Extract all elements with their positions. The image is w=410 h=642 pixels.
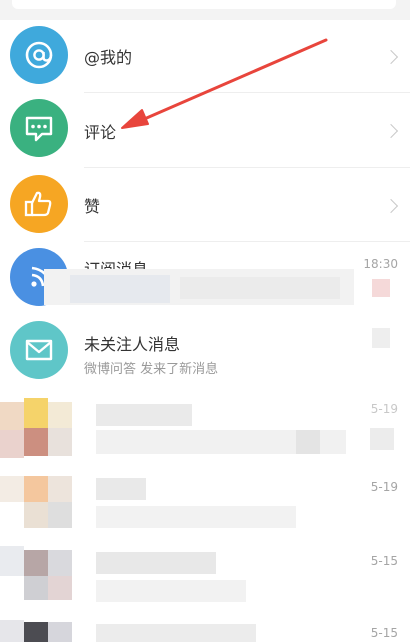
at-icon: [25, 41, 53, 69]
conversation-blurred[interactable]: 5-19: [0, 398, 410, 460]
blurred-avatar: [0, 620, 24, 642]
divider: [84, 92, 410, 93]
conversation-time: 5-19: [370, 480, 398, 494]
blurred-avatar: [0, 476, 24, 502]
redacted-badge: [372, 279, 390, 297]
conversation-blurred[interactable]: 5-15: [0, 542, 410, 606]
unfollowed-avatar: [10, 321, 68, 379]
conversation-time: 5-15: [370, 554, 398, 568]
blurred-name: [96, 404, 192, 426]
blurred-avatar: [24, 550, 48, 576]
redacted-preview: [180, 277, 340, 299]
conversation-blurred[interactable]: 5-19: [0, 470, 410, 536]
comment-icon: [25, 116, 53, 142]
menu-item-mentions[interactable]: @我的: [0, 24, 410, 93]
blurred-name: [96, 478, 146, 500]
redacted-badge: [372, 328, 390, 348]
comments-avatar: [10, 99, 68, 157]
unfollowed-title: 未关注人消息: [84, 335, 181, 354]
chevron-right-icon: [383, 198, 399, 214]
blurred-avatar: [24, 576, 48, 600]
thumbs-up-icon: [24, 191, 52, 217]
blurred-avatar: [24, 622, 48, 642]
chevron-right-icon: [383, 49, 399, 65]
blurred-avatar: [48, 428, 72, 456]
blurred-name: [96, 552, 216, 574]
chevron-right-icon: [383, 123, 399, 139]
blurred-preview: [296, 430, 320, 454]
blurred-avatar: [48, 402, 72, 428]
envelope-icon: [25, 339, 53, 361]
blurred-avatar: [48, 550, 72, 576]
blurred-avatar: [24, 398, 48, 428]
conversation-unfollowed[interactable]: 未关注人消息 微博问答 发来了新消息: [0, 318, 410, 382]
unfollowed-preview: 微博问答 发来了新消息: [84, 362, 219, 377]
likes-avatar: [10, 175, 68, 233]
blurred-avatar: [24, 428, 48, 456]
blurred-avatar: [48, 622, 72, 642]
divider: [84, 241, 410, 242]
blurred-avatar: [48, 576, 72, 600]
blurred-avatar: [0, 546, 24, 576]
blurred-preview: [96, 506, 296, 528]
divider: [84, 167, 410, 168]
conversation-time: 5-15: [370, 626, 398, 640]
menu-item-comments[interactable]: 评论: [0, 97, 410, 168]
redacted-preview: [70, 275, 170, 303]
conversation-subscription[interactable]: 订阅消息 18:30: [0, 245, 410, 309]
conversation-blurred[interactable]: 5-15: [0, 612, 410, 642]
blurred-name: [96, 624, 256, 642]
blurred-avatar: [48, 502, 72, 528]
likes-label: 赞: [84, 197, 101, 216]
menu-item-likes[interactable]: 赞: [0, 173, 410, 242]
blurred-avatar: [24, 502, 48, 528]
comments-label: 评论: [84, 123, 117, 142]
subscription-time: 18:30: [363, 257, 398, 271]
blurred-preview: [96, 580, 246, 602]
blurred-avatar: [0, 402, 24, 430]
blurred-avatar: [0, 430, 24, 458]
top-strip: [0, 0, 410, 20]
mentions-label: @我的: [84, 48, 133, 67]
mentions-avatar: [10, 26, 68, 84]
blurred-avatar: [48, 476, 72, 502]
blurred-badge: [370, 428, 394, 450]
search-bar-edge: [12, 0, 396, 9]
blurred-avatar: [24, 476, 48, 502]
conversation-time: 5-19: [370, 402, 398, 416]
